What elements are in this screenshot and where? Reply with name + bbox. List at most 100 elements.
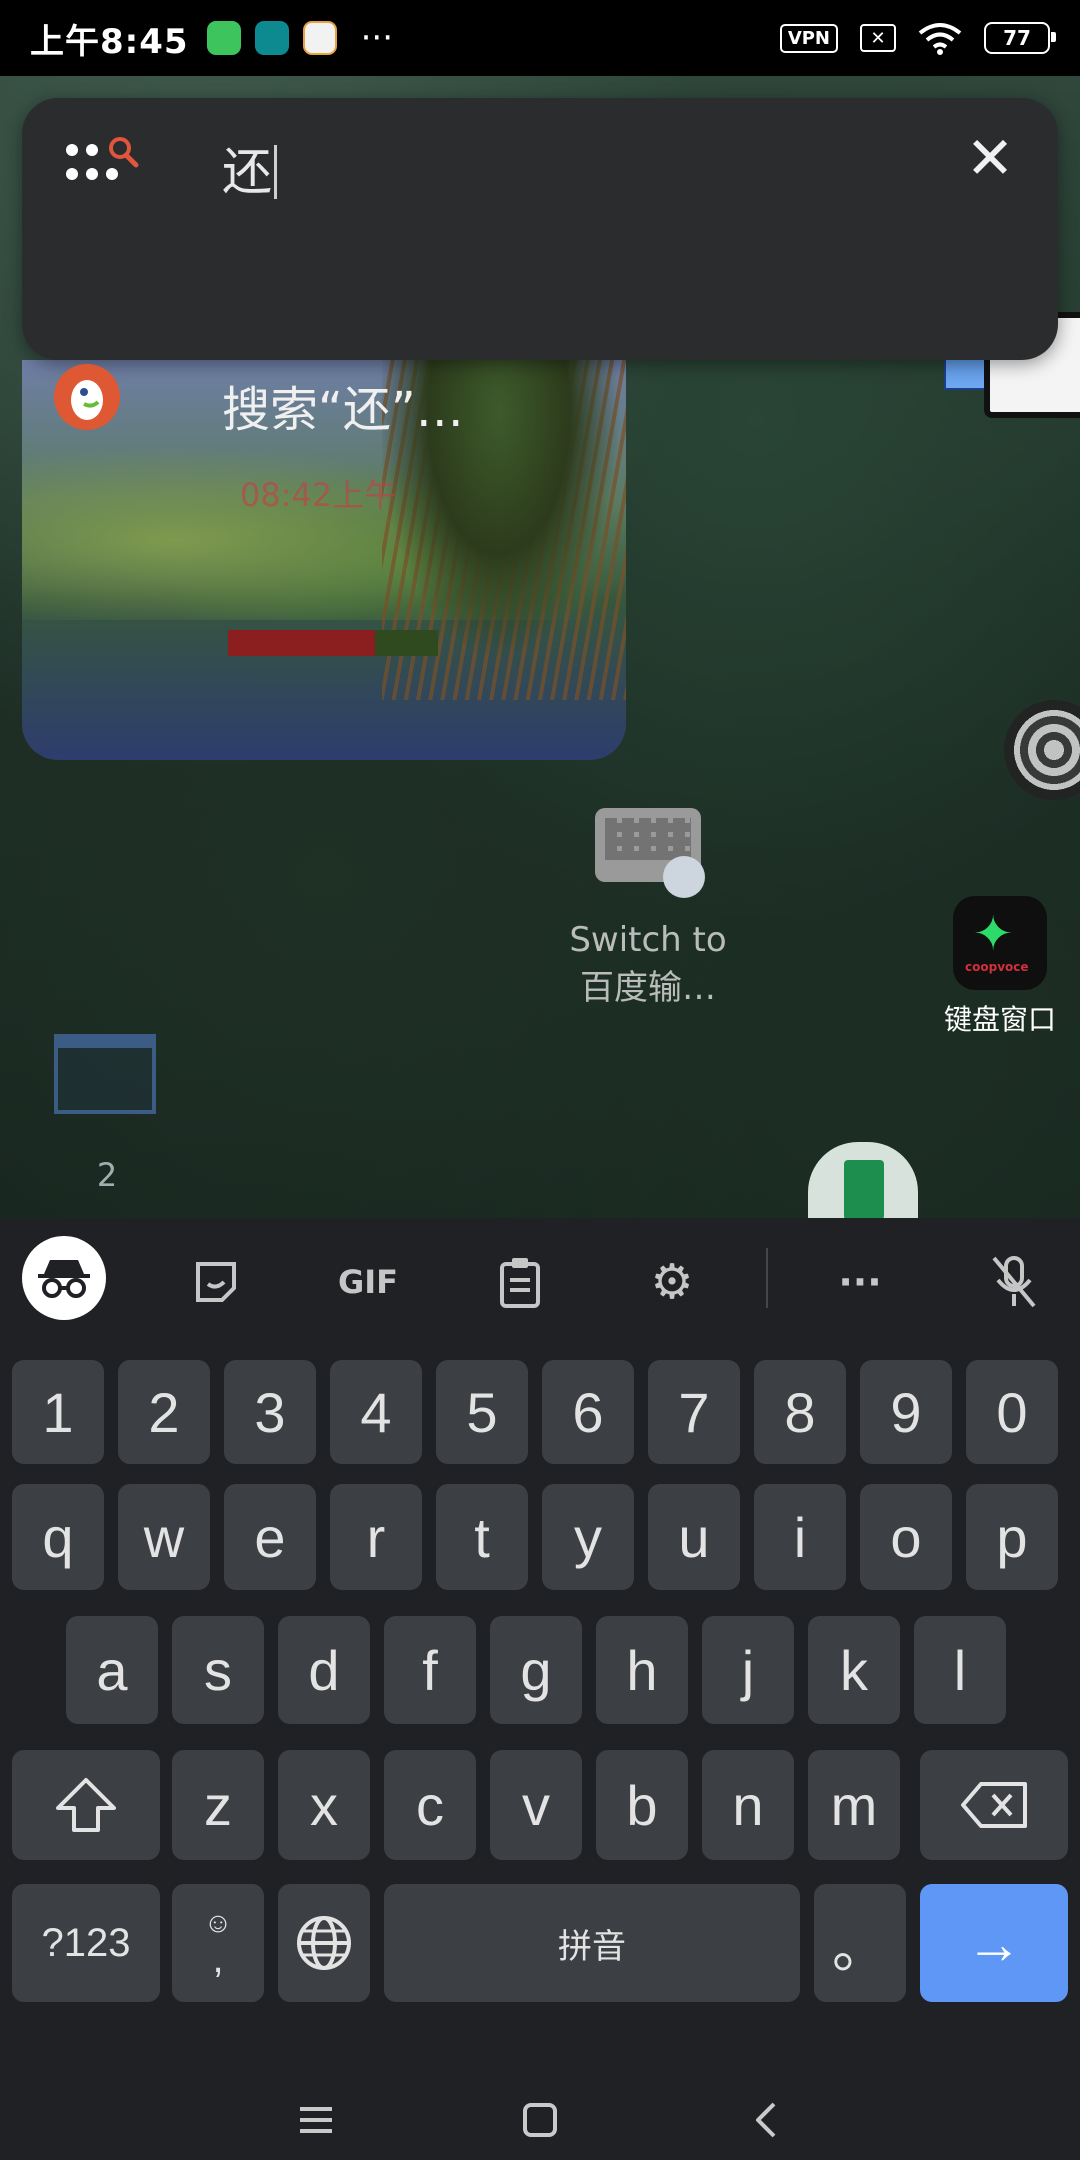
duckduckgo-icon xyxy=(54,364,120,430)
letter-key-d[interactable]: d xyxy=(278,1616,370,1724)
app-icon-brand: coopvoce xyxy=(965,960,1029,974)
widget-progress-fill xyxy=(228,630,375,656)
app-shortcut-keyboard-window[interactable]: ✦ coopvoce 键盘窗口 xyxy=(940,896,1060,1038)
toolbar-divider xyxy=(766,1248,768,1308)
space-key[interactable]: 拼音 xyxy=(384,1884,800,2002)
letter-key-l[interactable]: l xyxy=(914,1616,1006,1724)
notes-notification-icon xyxy=(302,21,337,55)
globe-language-key[interactable] xyxy=(278,1884,370,2002)
back-icon[interactable] xyxy=(716,2080,816,2160)
letter-key-t[interactable]: t xyxy=(436,1484,528,1590)
number-key-9[interactable]: 9 xyxy=(860,1360,952,1464)
backspace-key[interactable] xyxy=(920,1750,1068,1860)
phone-notification-icon xyxy=(254,21,289,55)
enter-key[interactable]: → xyxy=(920,1884,1068,2002)
letter-key-p[interactable]: p xyxy=(966,1484,1058,1590)
sparkle-icon: ✦ xyxy=(973,906,1014,962)
letter-key-c[interactable]: c xyxy=(384,1750,476,1860)
shift-key[interactable] xyxy=(12,1750,160,1860)
letter-key-y[interactable]: y xyxy=(542,1484,634,1590)
switch-label-line2: 百度输… xyxy=(580,968,716,1008)
number-key-3[interactable]: 3 xyxy=(224,1360,316,1464)
number-key-4[interactable]: 4 xyxy=(330,1360,422,1464)
number-key-0[interactable]: 0 xyxy=(966,1360,1058,1464)
letter-key-x[interactable]: x xyxy=(278,1750,370,1860)
emoji-icon: ☺ xyxy=(203,1907,233,1938)
globe-icon xyxy=(297,1916,351,1970)
more-options-icon[interactable]: ··· xyxy=(818,1240,902,1324)
letter-key-o[interactable]: o xyxy=(860,1484,952,1590)
vpn-icon: VPN xyxy=(779,23,838,53)
app-notification-icon xyxy=(206,21,241,55)
letter-key-s[interactable]: s xyxy=(172,1616,264,1724)
search-panel: 还 ✕ 搜索“还”… xyxy=(22,98,1058,438)
notification-icons: ··· xyxy=(206,18,394,58)
status-time: 上午8:45 xyxy=(30,21,189,62)
switch-ime-shortcut[interactable]: Switch to 百度输… xyxy=(560,808,736,1012)
window-icon xyxy=(54,1034,156,1114)
letter-key-n[interactable]: n xyxy=(702,1750,794,1860)
navigation-bar xyxy=(0,2080,1080,2160)
letter-key-f[interactable]: f xyxy=(384,1616,476,1724)
number-key-5[interactable]: 5 xyxy=(436,1360,528,1464)
letter-key-w[interactable]: w xyxy=(118,1484,210,1590)
letter-key-q[interactable]: q xyxy=(12,1484,104,1590)
more-notifications-icon: ··· xyxy=(360,18,394,58)
number-key-7[interactable]: 7 xyxy=(648,1360,740,1464)
search-suggestion-label: 搜索“还”… xyxy=(222,382,464,438)
search-query: 还 xyxy=(222,143,272,201)
clipboard-icon[interactable] xyxy=(478,1240,562,1324)
letter-key-a[interactable]: a xyxy=(66,1616,158,1724)
letter-key-e[interactable]: e xyxy=(224,1484,316,1590)
letter-key-i[interactable]: i xyxy=(754,1484,846,1590)
soft-keyboard: GIF ⚙ ··· 1234567890 qwertyuiop asdfghjkl z… xyxy=(0,1218,1080,2080)
keyboard-icon xyxy=(595,808,705,898)
home-icon[interactable] xyxy=(490,2080,590,2160)
incognito-icon[interactable] xyxy=(22,1236,106,1320)
text-caret xyxy=(274,145,277,199)
shift-icon xyxy=(56,1778,116,1832)
comma-label: , xyxy=(212,1937,224,1981)
number-key-6[interactable]: 6 xyxy=(542,1360,634,1464)
no-sim-icon: ✕ xyxy=(860,24,896,52)
app-label: 键盘窗口 xyxy=(943,1003,1056,1036)
mic-off-icon[interactable] xyxy=(972,1240,1056,1324)
backspace-icon xyxy=(961,1782,1027,1828)
search-bar[interactable]: 还 ✕ xyxy=(22,98,1058,228)
number-key-8[interactable]: 8 xyxy=(754,1360,846,1464)
ime-badge-icon xyxy=(663,856,705,898)
letter-key-k[interactable]: k xyxy=(808,1616,900,1724)
switch-ime-label: Switch to 百度输… xyxy=(560,916,736,1012)
period-key[interactable]: 。 xyxy=(814,1884,906,2002)
letter-key-b[interactable]: b xyxy=(596,1750,688,1860)
widget-time: 08:42上午 xyxy=(240,476,397,514)
battery-icon: 77 xyxy=(984,22,1056,54)
page-number: 2 xyxy=(96,1156,118,1194)
widget-progress-bar xyxy=(228,630,438,656)
sticker-icon[interactable] xyxy=(174,1240,258,1324)
number-key-2[interactable]: 2 xyxy=(118,1360,210,1464)
letter-key-z[interactable]: z xyxy=(172,1750,264,1860)
number-key-1[interactable]: 1 xyxy=(12,1360,104,1464)
symbols-key[interactable]: ?123 xyxy=(12,1884,160,2002)
keyboard-toolbar: GIF ⚙ ··· xyxy=(0,1218,1080,1334)
emoji-comma-key[interactable]: ☺ , xyxy=(172,1884,264,2002)
settings-gear-icon[interactable]: ⚙ xyxy=(630,1240,714,1324)
letter-key-g[interactable]: g xyxy=(490,1616,582,1724)
status-bar: 上午8:45 ··· VPN ✕ 77 xyxy=(0,0,1080,76)
switch-label-line1: Switch to xyxy=(569,920,727,960)
launcher-search-icon[interactable] xyxy=(62,136,152,196)
gif-button[interactable]: GIF xyxy=(326,1240,410,1324)
letter-key-j[interactable]: j xyxy=(702,1616,794,1724)
letter-key-u[interactable]: u xyxy=(648,1484,740,1590)
search-suggestion[interactable]: 搜索“还”… xyxy=(22,228,1058,438)
letter-key-r[interactable]: r xyxy=(330,1484,422,1590)
window-page-indicator[interactable]: 2 xyxy=(54,1034,160,1194)
letter-key-v[interactable]: v xyxy=(490,1750,582,1860)
coopvoce-app-icon: ✦ coopvoce xyxy=(953,896,1047,990)
close-icon[interactable]: ✕ xyxy=(960,128,1020,188)
letter-key-h[interactable]: h xyxy=(596,1616,688,1724)
recents-menu-icon[interactable] xyxy=(266,2080,366,2160)
search-input[interactable]: 还 xyxy=(222,132,277,204)
letter-key-m[interactable]: m xyxy=(808,1750,900,1860)
